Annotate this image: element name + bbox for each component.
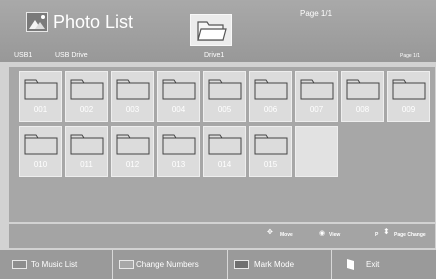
folder-item[interactable]: 008 — [341, 71, 384, 122]
button-label: Mark Mode — [254, 260, 295, 269]
color-key-icon — [12, 260, 27, 269]
folder-icon — [254, 134, 288, 155]
folder-item[interactable]: 002 — [65, 71, 108, 122]
view-hint: View — [329, 232, 341, 238]
folder-icon — [162, 79, 196, 100]
move-hint: Move — [280, 232, 293, 238]
folder-label: 001 — [33, 105, 48, 114]
folder-icon — [70, 134, 104, 155]
page-key-label: P — [375, 232, 379, 238]
page-indicator: Page 1/1 — [300, 9, 333, 18]
current-folder-name: Drive1 — [204, 52, 225, 59]
ok-button-icon: ◉ — [319, 230, 326, 237]
dpad-icon: ✥ — [267, 229, 273, 236]
function-button-bar: To Music List Change Numbers Mark Mode E… — [0, 250, 436, 279]
folder-grid: 001 002 003 004 005 006 007 008 009 010 … — [9, 67, 435, 222]
folder-label: 013 — [171, 160, 186, 169]
button-label: To Music List — [31, 260, 78, 269]
exit-button[interactable]: Exit — [332, 250, 436, 279]
change-numbers-button[interactable]: Change Numbers — [113, 250, 228, 279]
folder-label: 002 — [79, 105, 94, 114]
folder-icon — [254, 79, 288, 100]
folder-icon — [208, 134, 242, 155]
breadcrumb-drive: USB Drive — [55, 52, 88, 59]
folder-icon — [116, 79, 150, 100]
folder-label: 008 — [355, 105, 370, 114]
folder-icon — [116, 134, 150, 155]
button-label: Change Numbers — [136, 260, 199, 269]
folder-item[interactable]: 006 — [249, 71, 292, 122]
folder-icon — [24, 79, 58, 100]
page-change-hint: Page Change — [394, 232, 426, 238]
folder-label: 015 — [263, 160, 278, 169]
key-hint-bar: ✥ Move ◉ View P ⬍ Page Change — [9, 224, 435, 248]
page-rocker-icon: ⬍ — [383, 227, 390, 236]
breadcrumb-device: USB1 — [14, 52, 33, 59]
folder-icon — [392, 79, 426, 100]
folder-label: 006 — [263, 105, 278, 114]
folder-label: 009 — [401, 105, 416, 114]
open-folder-icon — [190, 14, 232, 46]
folder-item[interactable]: 011 — [65, 126, 108, 177]
button-label: Exit — [366, 260, 380, 269]
folder-label: 010 — [33, 160, 48, 169]
folder-item[interactable]: 015 — [249, 126, 292, 177]
folder-icon — [70, 79, 104, 100]
to-music-list-button[interactable]: To Music List — [0, 250, 113, 279]
folder-icon — [208, 79, 242, 100]
page-indicator-small: Page 1/1 — [400, 53, 421, 59]
mark-mode-button[interactable]: Mark Mode — [228, 250, 332, 279]
folder-item[interactable]: 004 — [157, 71, 200, 122]
photo-list-screen: Photo List Page 1/1 USB1 USB Drive Drive… — [0, 0, 436, 279]
header-bar: Photo List Page 1/1 USB1 USB Drive Drive… — [0, 0, 436, 62]
folder-item[interactable]: 003 — [111, 71, 154, 122]
folder-icon — [162, 134, 196, 155]
folder-label: 003 — [125, 105, 140, 114]
folder-label: 005 — [217, 105, 232, 114]
folder-label: 007 — [309, 105, 324, 114]
folder-label: 012 — [125, 160, 140, 169]
exit-icon — [347, 259, 354, 270]
folder-item[interactable]: 009 — [387, 71, 430, 122]
folder-label: 004 — [171, 105, 186, 114]
folder-icon — [300, 79, 334, 100]
folder-icon — [24, 134, 58, 155]
photo-icon — [26, 12, 48, 32]
folder-item[interactable]: 005 — [203, 71, 246, 122]
page-title: Photo List — [53, 12, 134, 32]
color-key-icon — [234, 260, 249, 269]
folder-item[interactable]: 014 — [203, 126, 246, 177]
folder-item[interactable]: 001 — [19, 71, 62, 122]
color-key-icon — [119, 260, 134, 269]
folder-label: 014 — [217, 160, 232, 169]
folder-item[interactable]: 010 — [19, 126, 62, 177]
folder-label: 011 — [80, 160, 93, 169]
empty-slot — [295, 126, 338, 177]
folder-item[interactable]: 007 — [295, 71, 338, 122]
folder-icon — [346, 79, 380, 100]
folder-item[interactable]: 013 — [157, 126, 200, 177]
folder-item[interactable]: 012 — [111, 126, 154, 177]
